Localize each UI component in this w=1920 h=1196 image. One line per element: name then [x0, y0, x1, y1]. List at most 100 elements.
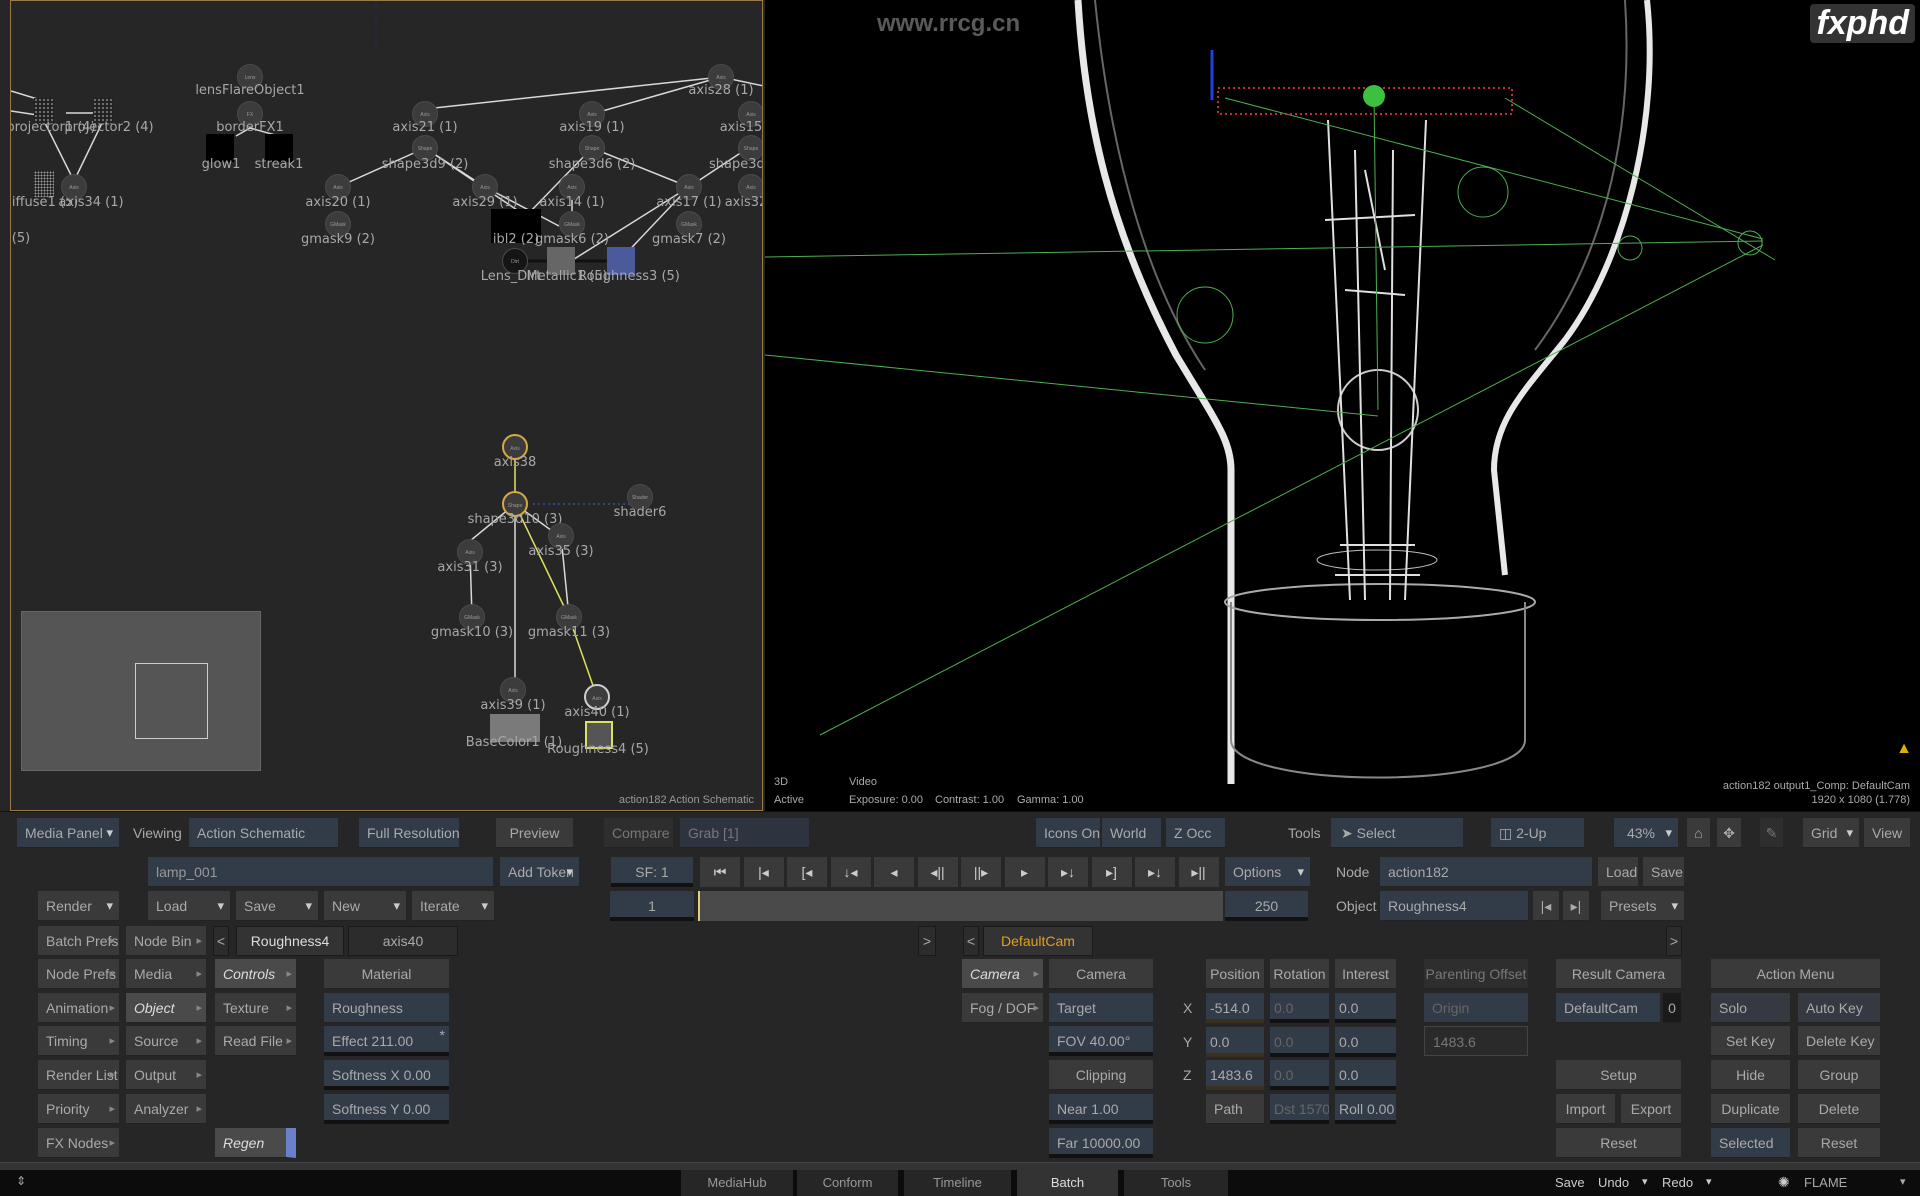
camera-tabs-next-arrow[interactable]: > — [1666, 926, 1682, 956]
timing-button[interactable]: Timing — [38, 1026, 119, 1056]
source-button[interactable]: Source — [126, 1026, 206, 1056]
node-thumbnail[interactable] — [34, 171, 54, 197]
node-name-field[interactable]: action182 — [1380, 857, 1592, 887]
add-token-button[interactable]: Add Token — [500, 857, 579, 887]
icons-on-toggle[interactable]: Icons On — [1036, 818, 1100, 848]
redo-button[interactable]: Redo — [1662, 1175, 1693, 1190]
effect-field[interactable]: Effect 211.00 * — [324, 1026, 449, 1056]
horizontal-scrollbar[interactable] — [0, 1162, 1920, 1170]
transport-button-8-icon[interactable]: ▸↓ — [1048, 857, 1088, 887]
hide-button[interactable]: Hide — [1711, 1060, 1790, 1090]
position-x-field[interactable]: -514.0 — [1206, 993, 1264, 1023]
interest-z-field[interactable]: 0.0 — [1335, 1060, 1396, 1090]
path-button[interactable]: Path — [1206, 1094, 1264, 1124]
presets-button[interactable]: Presets — [1601, 891, 1684, 921]
solo-toggle[interactable]: Solo — [1711, 993, 1790, 1023]
far-field[interactable]: Far 10000.00 — [1049, 1128, 1153, 1158]
save-project-button[interactable]: Save — [1555, 1175, 1585, 1190]
full-resolution-button[interactable]: Full Resolution — [359, 818, 459, 848]
undo-button[interactable]: Undo — [1598, 1175, 1629, 1190]
transport-button-3-icon[interactable]: ↓◂ — [830, 857, 871, 887]
set-key-button[interactable]: Set Key — [1711, 1026, 1790, 1056]
controls-button[interactable]: Controls — [215, 959, 296, 989]
playhead[interactable] — [698, 891, 700, 921]
media-button[interactable]: Media — [126, 959, 206, 989]
transport-button-10-icon[interactable]: ▸↓ — [1135, 857, 1175, 887]
fx-nodes-button[interactable]: FX Nodes — [38, 1128, 119, 1158]
output-button[interactable]: Output — [126, 1060, 206, 1090]
options-button[interactable]: Options — [1225, 857, 1310, 887]
export-button[interactable]: Export — [1621, 1094, 1681, 1124]
fog-dof-button[interactable]: Fog / DOF — [962, 993, 1043, 1023]
target-select[interactable]: Target — [1049, 993, 1153, 1023]
navigator-view-rect[interactable] — [135, 663, 208, 739]
transport-button-1-icon[interactable]: |◂ — [743, 857, 784, 887]
selected-select[interactable]: Selected — [1711, 1128, 1790, 1158]
texture-button[interactable]: Texture — [215, 993, 296, 1023]
transport-button-5-icon[interactable]: ◂|| — [917, 857, 958, 887]
load-button[interactable]: Load — [148, 891, 230, 921]
position-y-field[interactable]: 0.0 — [1206, 1026, 1264, 1057]
batch-prefs-button[interactable]: Batch Prefs — [38, 926, 119, 956]
roll-field[interactable]: Roll 0.00 — [1335, 1094, 1396, 1124]
current-frame-field[interactable]: 1 — [610, 891, 694, 921]
next-object-icon[interactable]: ▸| — [1563, 891, 1589, 921]
import-button[interactable]: Import — [1556, 1094, 1615, 1124]
material-type-select[interactable]: Roughness — [324, 993, 449, 1023]
tab-defaultcam[interactable]: DefaultCam — [983, 926, 1093, 956]
z-occ-toggle[interactable]: Z Occ — [1166, 818, 1225, 848]
grab-button[interactable]: Grab [1] — [680, 818, 809, 848]
pan-move-icon[interactable]: ✥ — [1717, 818, 1741, 848]
transport-button-6-icon[interactable]: ||▸ — [961, 857, 1001, 887]
tab-roughness4[interactable]: Roughness4 — [236, 926, 344, 956]
render-button[interactable]: Render — [38, 891, 119, 921]
transport-button-2-icon[interactable]: [◂ — [787, 857, 827, 887]
priority-button[interactable]: Priority — [38, 1094, 119, 1124]
save-button[interactable]: Save — [236, 891, 318, 921]
analyzer-button[interactable]: Analyzer — [126, 1094, 206, 1124]
node-load-button[interactable]: Load — [1598, 857, 1638, 887]
tab-conform[interactable]: Conform — [797, 1170, 898, 1196]
object-name-field[interactable]: Roughness4 — [1380, 891, 1528, 921]
delete-key-button[interactable]: Delete Key — [1798, 1026, 1880, 1056]
tabs-prev-arrow[interactable]: < — [213, 926, 229, 956]
result-camera-select[interactable]: DefaultCam — [1556, 993, 1660, 1023]
tabs-next-arrow[interactable]: > — [918, 926, 936, 956]
camera-menu-button[interactable]: Camera — [962, 959, 1043, 989]
preview-button[interactable]: Preview — [496, 818, 573, 848]
eyedropper-icon[interactable]: ✎ — [1760, 818, 1783, 848]
timeline-scrubber[interactable] — [698, 891, 1223, 921]
rotation-y-field[interactable]: 0.0 — [1270, 1026, 1329, 1057]
world-toggle[interactable]: World — [1102, 818, 1161, 848]
animation-button[interactable]: Animation — [38, 993, 119, 1023]
grid-select[interactable]: Grid — [1803, 818, 1859, 848]
new-button[interactable]: New — [324, 891, 406, 921]
camera-tabs-prev-arrow[interactable]: < — [963, 926, 979, 956]
zoom-level-select[interactable]: 43% — [1614, 818, 1678, 848]
delete-button[interactable]: Delete — [1798, 1094, 1880, 1124]
node-save-button[interactable]: Save — [1643, 857, 1684, 887]
expand-collapse-icon[interactable]: ⇕ — [16, 1174, 26, 1188]
transport-button-4-icon[interactable]: ◂ — [874, 857, 914, 887]
viewing-select[interactable]: Action Schematic — [189, 818, 338, 848]
batch-name-input[interactable]: lamp_001 — [148, 857, 493, 887]
transport-button-9-icon[interactable]: ▸] — [1091, 857, 1132, 887]
transport-button-0-icon[interactable]: ⏮ — [700, 857, 740, 887]
end-frame-field[interactable]: 250 — [1225, 891, 1308, 921]
transport-button-7-icon[interactable]: ▸ — [1004, 857, 1045, 887]
home-icon[interactable]: ⌂ — [1687, 818, 1710, 848]
tab-mediahub[interactable]: MediaHub — [681, 1170, 793, 1196]
layout-2up-button[interactable]: ◫ 2-Up — [1491, 818, 1584, 848]
tab-batch[interactable]: Batch — [1017, 1170, 1118, 1196]
near-field[interactable]: Near 1.00 — [1049, 1094, 1153, 1124]
fov-field[interactable]: FOV 40.00° — [1049, 1026, 1153, 1056]
select-tool-button[interactable]: ➤ Select — [1331, 818, 1463, 848]
read-file-button[interactable]: Read File — [215, 1026, 296, 1056]
setup-button[interactable]: Setup — [1556, 1060, 1681, 1090]
result-camera-index[interactable]: 0 — [1663, 993, 1681, 1023]
node-bin-button[interactable]: Node Bin — [126, 926, 206, 956]
group-button[interactable]: Group — [1798, 1060, 1880, 1090]
start-frame-field[interactable]: SF: 1 — [611, 857, 693, 887]
iterate-button[interactable]: Iterate — [412, 891, 494, 921]
render-list-button[interactable]: Render List — [38, 1060, 119, 1090]
